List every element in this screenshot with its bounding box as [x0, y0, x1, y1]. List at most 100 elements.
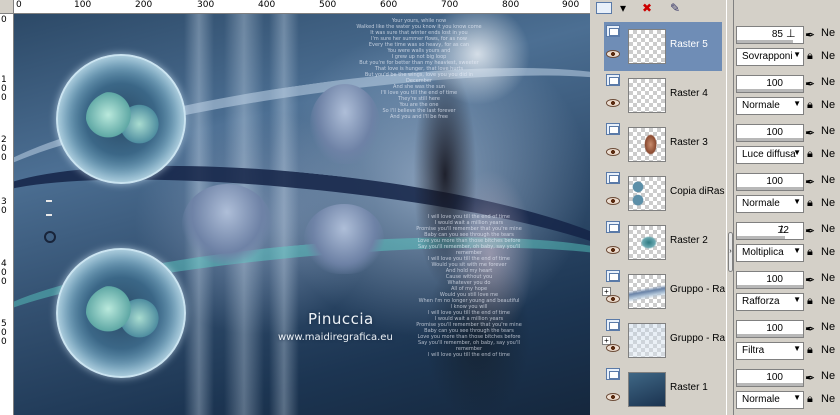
link-label: Ne — [821, 76, 836, 88]
layer-row-gruppo-1[interactable]: + Gruppo - Ra — [602, 267, 725, 316]
lock-icon[interactable]: 🔒︎ — [807, 98, 821, 112]
link-label: Ne — [821, 223, 836, 235]
lock-icon[interactable]: 🔒︎ — [807, 343, 821, 357]
eye-icon[interactable] — [606, 50, 620, 58]
blend-mode-select[interactable]: Luce diffusa ▼ — [736, 146, 804, 164]
signature-text: Pinuccia — [308, 310, 374, 328]
opacity-field[interactable]: 100 — [736, 124, 804, 142]
link-label: Ne — [821, 272, 836, 284]
layer-thumbnail — [628, 225, 666, 260]
blend-mode-select[interactable]: Rafforza ▼ — [736, 293, 804, 311]
ruler-label: 0 — [16, 0, 22, 10]
top-ruler: 0 100 200 300 400 500 600 700 800 900 — [14, 0, 590, 14]
opacity-field[interactable]: 100 — [736, 75, 804, 93]
ruler-label: 500 — [319, 0, 337, 10]
layer-name: Raster 4 — [670, 88, 708, 99]
eye-icon[interactable] — [606, 246, 620, 254]
opacity-value: 85 — [771, 29, 783, 40]
pen-icon[interactable]: ✒ — [805, 371, 819, 385]
canvas-image[interactable]: Your yours, while now Walked like the wa… — [14, 14, 590, 415]
layer-thumbnail — [628, 323, 666, 358]
blend-mode-select[interactable]: Sovrapponi ▼ — [736, 48, 804, 66]
thumbnail-dolphin — [629, 226, 665, 259]
ruler-label: 400 — [258, 0, 276, 10]
delete-layer-icon[interactable]: ✖ — [638, 0, 656, 16]
pen-icon[interactable]: ✒ — [805, 126, 819, 140]
lock-icon[interactable]: 🔒︎ — [807, 49, 821, 63]
lock-icon[interactable]: 🔒︎ — [807, 147, 821, 161]
eye-icon[interactable] — [606, 344, 620, 352]
thumbnail-background — [629, 373, 665, 406]
opacity-field[interactable]: 100 — [736, 369, 804, 387]
layer-row-raster-2[interactable]: Raster 2 — [604, 218, 722, 267]
layer-props-row: ⊥ 72 ✒ Ne Moltiplica ▼ 🔒︎ Ne — [735, 218, 840, 267]
lock-icon[interactable]: 🔒︎ — [807, 245, 821, 259]
eye-icon[interactable] — [606, 197, 620, 205]
group-layer-icon — [606, 270, 620, 282]
opacity-value: 100 — [766, 176, 783, 187]
eye-icon[interactable] — [606, 99, 620, 107]
raster-layer-icon — [606, 74, 620, 86]
pen-icon[interactable]: ✒ — [805, 224, 819, 238]
chevron-down-icon: ▼ — [793, 246, 801, 255]
layer-toolbar: ▾ ✖ ✎ — [592, 0, 722, 16]
blend-mode-value: Rafforza — [742, 296, 780, 307]
opacity-value: 72 — [777, 225, 789, 236]
pen-icon[interactable]: ✒ — [805, 28, 819, 42]
blend-mode-select[interactable]: Moltiplica ▼ — [736, 244, 804, 262]
eye-icon[interactable] — [606, 393, 620, 401]
blend-mode-select[interactable]: Filtra ▼ — [736, 342, 804, 360]
link-label: Ne — [821, 148, 836, 160]
chevron-down-icon: ▼ — [793, 295, 801, 304]
layer-name: Raster 1 — [670, 382, 708, 393]
link-label: Ne — [821, 174, 836, 186]
ruler-label: 700 — [441, 0, 459, 10]
panel-splitter[interactable]: › — [726, 0, 734, 415]
opacity-field[interactable]: ⊥ 85 — [736, 26, 804, 44]
pen-icon[interactable]: ✒ — [805, 175, 819, 189]
pen-icon[interactable]: ✒ — [805, 77, 819, 91]
layer-row-raster-1[interactable]: Raster 1 — [604, 365, 722, 414]
pen-icon[interactable]: ✒ — [805, 322, 819, 336]
new-layer-icon[interactable] — [596, 2, 612, 14]
layer-thumbnail — [628, 274, 666, 309]
dolphin-face — [182, 184, 272, 264]
opacity-field[interactable]: 100 — [736, 320, 804, 338]
layer-row-raster-3[interactable]: Raster 3 — [604, 120, 722, 169]
opacity-field[interactable]: ⊥ 72 — [736, 222, 804, 240]
link-label: Ne — [821, 50, 836, 62]
opacity-field[interactable]: 100 — [736, 173, 804, 191]
layer-name: Raster 5 — [670, 39, 708, 50]
layer-row-raster-5[interactable]: Raster 5 — [604, 22, 722, 71]
opacity-bar — [737, 285, 803, 288]
chevron-down-icon: ▼ — [793, 197, 801, 206]
raster-layer-icon — [606, 123, 620, 135]
ruler-label: 0 — [1, 337, 7, 347]
lock-icon[interactable]: 🔒︎ — [807, 392, 821, 406]
lock-icon[interactable]: 🔒︎ — [807, 294, 821, 308]
opacity-value: 100 — [766, 78, 783, 89]
blend-mode-select[interactable]: Normale ▼ — [736, 97, 804, 115]
opacity-bar — [737, 40, 794, 43]
opacity-value: 100 — [766, 127, 783, 138]
eye-icon[interactable] — [606, 295, 620, 303]
layer-row-gruppo-2[interactable]: + Gruppo - Ra — [602, 316, 725, 365]
blend-mode-select[interactable]: Normale ▼ — [736, 391, 804, 409]
splitter-grip-icon[interactable]: › — [728, 232, 733, 272]
blend-mode-select[interactable]: Normale ▼ — [736, 195, 804, 213]
link-label: Ne — [821, 295, 836, 307]
layer-thumbnail — [628, 127, 666, 162]
pen-icon[interactable]: ✒ — [805, 273, 819, 287]
link-label: Ne — [821, 393, 836, 405]
ruler-label: 0 — [1, 93, 7, 103]
eye-icon[interactable] — [606, 148, 620, 156]
layer-row-raster-4[interactable]: Raster 4 — [604, 71, 722, 120]
opacity-field[interactable]: 100 — [736, 271, 804, 289]
cursor-icon: ⊥ — [786, 28, 796, 40]
layer-row-copia-di-raster[interactable]: Copia diRas — [604, 169, 724, 218]
opacity-bar — [737, 187, 803, 190]
dropdown-arrow-icon[interactable]: ▾ — [614, 0, 632, 16]
edit-layer-icon[interactable]: ✎ — [666, 0, 684, 16]
lock-icon[interactable]: 🔒︎ — [807, 196, 821, 210]
link-label: Ne — [821, 321, 836, 333]
